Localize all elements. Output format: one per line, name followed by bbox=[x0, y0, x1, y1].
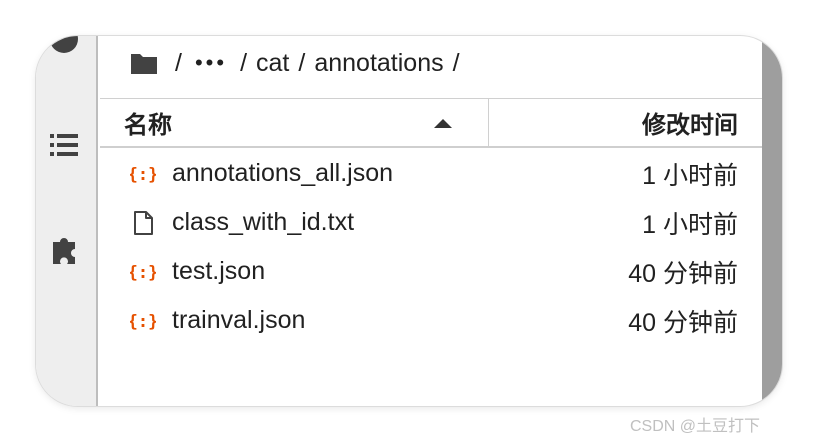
file-name: test.json bbox=[172, 257, 266, 285]
file-name: annotations_all.json bbox=[172, 159, 393, 187]
file-modified: 40 分钟前 bbox=[628, 259, 738, 288]
breadcrumb: / ••• / cat / annotations / bbox=[130, 48, 469, 78]
file-row[interactable]: {:} trainval.json 40 分钟前 bbox=[100, 296, 762, 345]
json-icon: {:} bbox=[130, 308, 156, 334]
file-row[interactable]: {:} annotations_all.json 1 小时前 bbox=[100, 149, 762, 198]
file-row[interactable]: {:} test.json 40 分钟前 bbox=[100, 247, 762, 296]
file-row[interactable]: class_with_id.txt 1 小时前 bbox=[100, 198, 762, 247]
circle-icon[interactable] bbox=[47, 36, 81, 56]
puzzle-icon[interactable] bbox=[47, 232, 81, 266]
folder-icon[interactable] bbox=[130, 51, 158, 75]
breadcrumb-item-annotations[interactable]: annotations bbox=[314, 49, 443, 78]
breadcrumb-separator: / bbox=[452, 48, 460, 77]
watermark: CSDN @土豆打下 bbox=[630, 418, 761, 435]
file-modified: 1 小时前 bbox=[642, 210, 738, 239]
column-header-name-label: 名称 bbox=[124, 112, 172, 139]
file-list-header: 名称 修改时间 bbox=[100, 98, 762, 148]
breadcrumb-separator: / bbox=[175, 48, 182, 77]
breadcrumb-separator: / bbox=[240, 48, 248, 77]
svg-text:{:}: {:} bbox=[130, 263, 156, 283]
file-name: trainval.json bbox=[172, 306, 306, 334]
file-icon bbox=[130, 210, 156, 236]
left-sidebar bbox=[36, 36, 98, 406]
svg-text:{:}: {:} bbox=[130, 165, 156, 185]
breadcrumb-ellipsis[interactable]: ••• bbox=[195, 50, 227, 76]
scrollbar[interactable] bbox=[762, 36, 782, 406]
file-browser-window: / ••• / cat / annotations / 名称 修改时间 {:} … bbox=[36, 36, 782, 406]
column-header-name[interactable]: 名称 bbox=[100, 99, 489, 146]
breadcrumb-separator: / bbox=[298, 48, 306, 77]
sort-ascending-icon bbox=[434, 119, 452, 128]
file-modified: 40 分钟前 bbox=[628, 308, 738, 337]
file-name: class_with_id.txt bbox=[172, 208, 355, 236]
json-icon: {:} bbox=[130, 259, 156, 285]
column-header-modified[interactable]: 修改时间 bbox=[489, 99, 762, 146]
column-header-modified-label: 修改时间 bbox=[642, 112, 738, 139]
svg-text:{:}: {:} bbox=[130, 312, 156, 332]
breadcrumb-item-cat[interactable]: cat bbox=[256, 49, 289, 78]
file-modified: 1 小时前 bbox=[642, 161, 738, 190]
list-icon[interactable] bbox=[47, 128, 81, 162]
json-icon: {:} bbox=[130, 161, 156, 187]
